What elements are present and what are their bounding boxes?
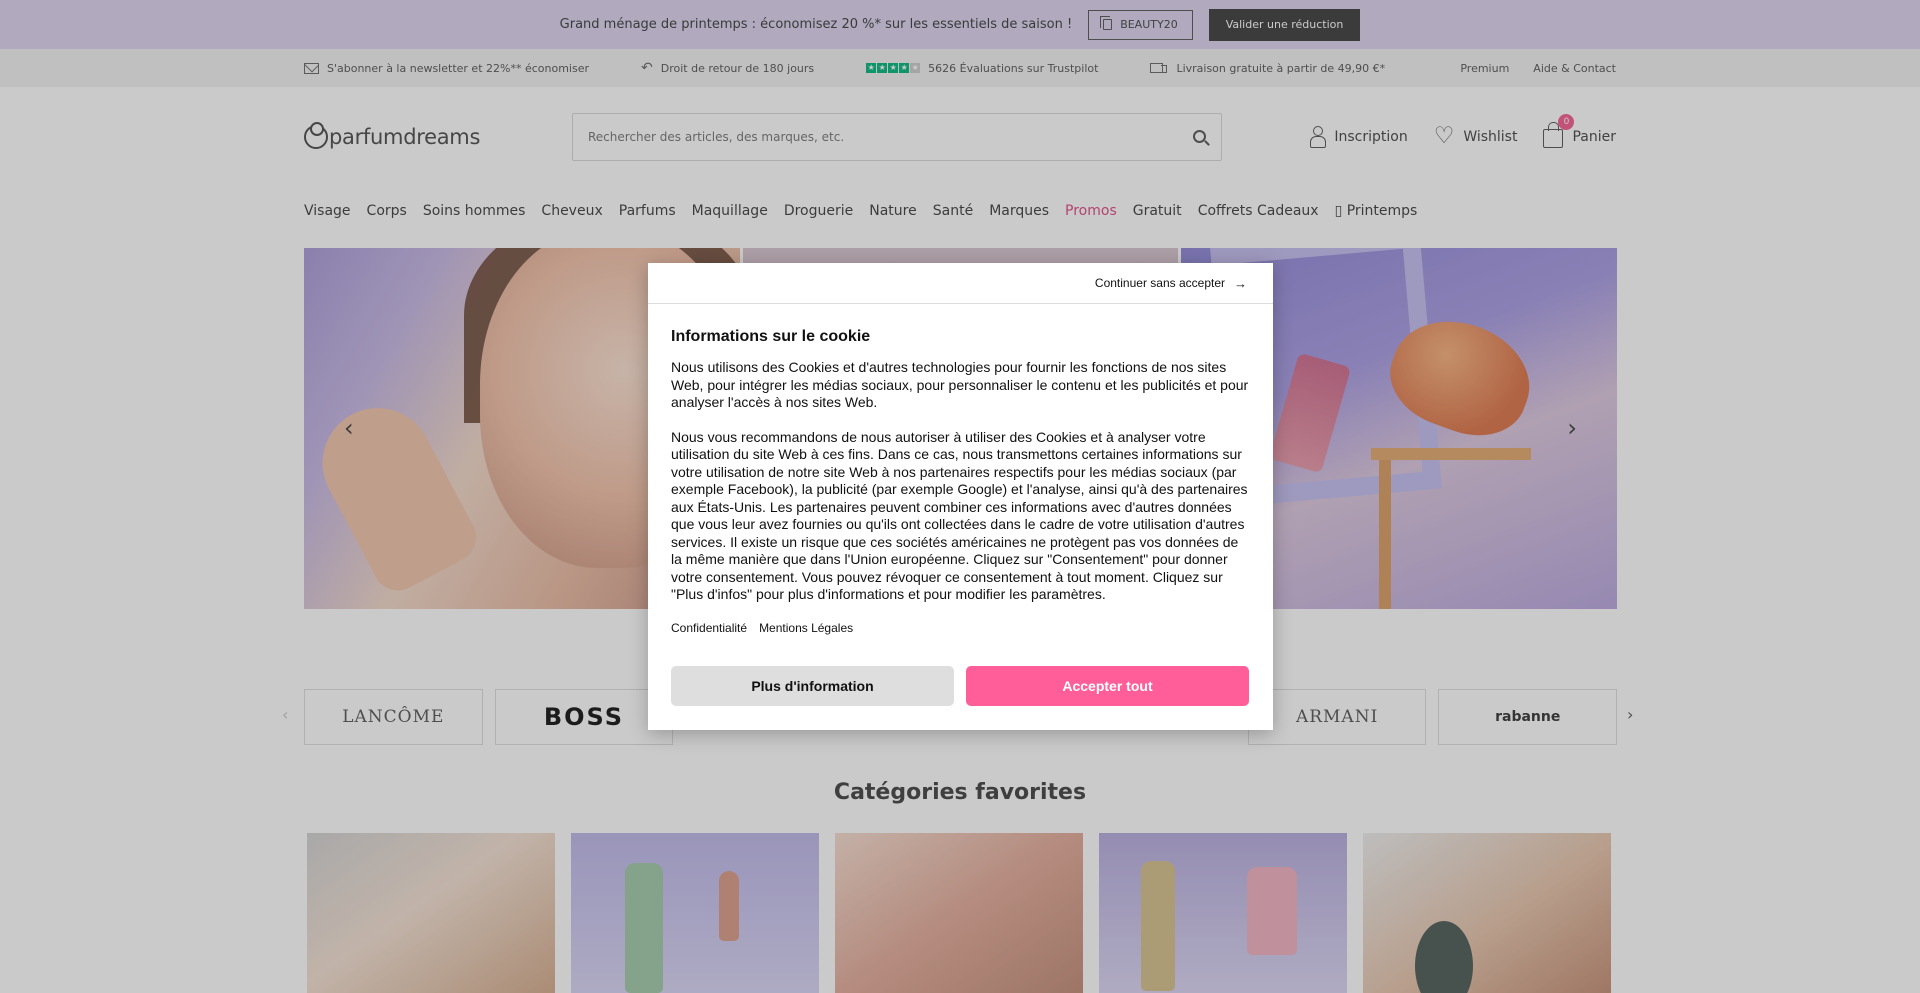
cookie-title: Informations sur le cookie — [671, 328, 871, 345]
cookie-dialog-body: Informations sur le cookie Nous utilison… — [648, 304, 1273, 635]
legal-notice-link[interactable]: Mentions Légales — [759, 621, 853, 635]
arrow-right-icon: → — [1234, 275, 1247, 291]
cookie-consent-dialog: Continuer sans accepter → Informations s… — [648, 263, 1273, 730]
cookie-dialog-header: Continuer sans accepter → — [648, 263, 1273, 304]
cookie-paragraph-2: Nous vous recommandons de nous autoriser… — [671, 428, 1248, 603]
cookie-legal-links: Confidentialité Mentions Légales — [671, 621, 1249, 635]
cookie-actions: Plus d'information Accepter tout — [671, 666, 1249, 706]
privacy-link[interactable]: Confidentialité — [671, 621, 747, 635]
more-information-button[interactable]: Plus d'information — [671, 666, 954, 706]
continue-without-accepting-link[interactable]: Continuer sans accepter → — [1095, 276, 1247, 291]
cookie-description: Nous utilisons des Cookies et d'autres t… — [671, 359, 1249, 604]
accept-all-button[interactable]: Accepter tout — [966, 666, 1249, 706]
continue-label: Continuer sans accepter — [1094, 276, 1225, 290]
cookie-paragraph-1: Nous utilisons des Cookies et d'autres t… — [671, 359, 1249, 410]
